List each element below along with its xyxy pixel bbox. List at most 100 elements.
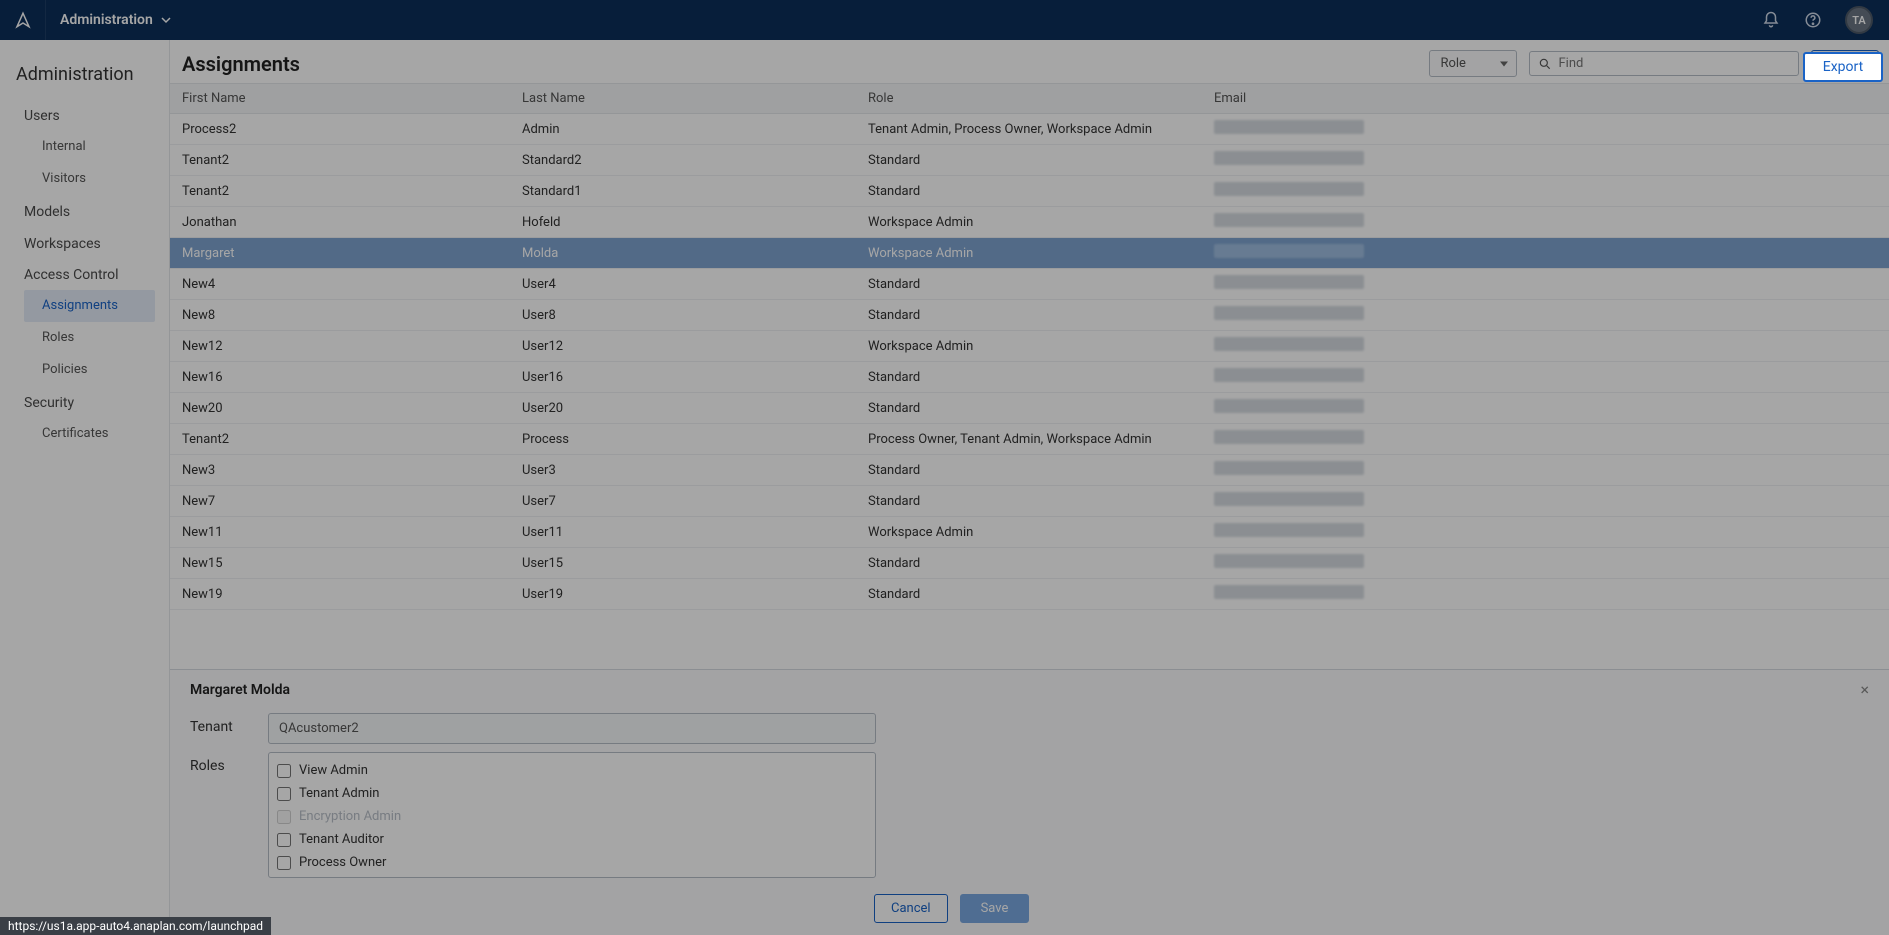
table-cell: Process <box>510 424 856 455</box>
table-cell: Jonathan <box>170 207 510 238</box>
table-cell: Molda <box>510 238 856 269</box>
table-row[interactable]: Tenant2Standard2Standard <box>170 145 1889 176</box>
email-cell <box>1202 331 1889 362</box>
nav-item[interactable]: Certificates <box>0 418 169 450</box>
help-icon[interactable] <box>1803 10 1823 30</box>
table-cell: Standard <box>856 548 1202 579</box>
table-row[interactable]: Tenant2Standard1Standard <box>170 176 1889 207</box>
table-row[interactable]: MargaretMoldaWorkspace Admin <box>170 238 1889 269</box>
table-cell: User15 <box>510 548 856 579</box>
table-cell: Workspace Admin <box>856 238 1202 269</box>
role-checkbox <box>277 810 291 824</box>
table-row[interactable]: New16User16Standard <box>170 362 1889 393</box>
email-cell <box>1202 114 1889 145</box>
table-row[interactable]: New11User11Workspace Admin <box>170 517 1889 548</box>
column-header[interactable]: Role <box>856 84 1202 114</box>
table-row[interactable]: New15User15Standard <box>170 548 1889 579</box>
table-cell: New12 <box>170 331 510 362</box>
redacted-email <box>1214 337 1364 351</box>
email-cell <box>1202 145 1889 176</box>
table-row[interactable]: New20User20Standard <box>170 393 1889 424</box>
table-cell: Standard <box>856 269 1202 300</box>
nav-item[interactable]: Roles <box>0 322 169 354</box>
role-option[interactable]: Process Owner <box>275 851 869 874</box>
role-option[interactable]: Tenant Admin <box>275 782 869 805</box>
email-cell <box>1202 579 1889 610</box>
redacted-email <box>1214 523 1364 537</box>
table-cell: User8 <box>510 300 856 331</box>
table-row[interactable]: New4User4Standard <box>170 269 1889 300</box>
table-cell: Tenant2 <box>170 176 510 207</box>
table-cell: User19 <box>510 579 856 610</box>
table-row[interactable]: New12User12Workspace Admin <box>170 331 1889 362</box>
avatar[interactable]: TA <box>1845 6 1873 34</box>
nav-item[interactable]: Policies <box>0 354 169 386</box>
email-cell <box>1202 207 1889 238</box>
roles-listbox[interactable]: View Admin Tenant Admin Encryption Admin Te… <box>268 752 876 878</box>
nav-item[interactable]: Assignments <box>24 290 155 322</box>
table-cell: New16 <box>170 362 510 393</box>
app-name: Administration <box>60 12 153 28</box>
table-cell: Tenant2 <box>170 145 510 176</box>
email-cell <box>1202 300 1889 331</box>
role-checkbox[interactable] <box>277 833 291 847</box>
table-row[interactable]: JonathanHofeldWorkspace Admin <box>170 207 1889 238</box>
email-cell <box>1202 548 1889 579</box>
assignments-table: First NameLast NameRoleEmail Process2Adm… <box>170 83 1889 610</box>
role-option[interactable]: View Admin <box>275 759 869 782</box>
email-cell <box>1202 393 1889 424</box>
role-option-label: View Admin <box>299 763 368 778</box>
nav-group[interactable]: Security <box>0 386 169 418</box>
tenant-input[interactable] <box>268 713 876 744</box>
table-row[interactable]: New8User8Standard <box>170 300 1889 331</box>
role-option-label: Encryption Admin <box>299 809 401 824</box>
redacted-email <box>1214 461 1364 475</box>
redacted-email <box>1214 151 1364 165</box>
redacted-email <box>1214 306 1364 320</box>
sidebar: Administration UsersInternalVisitorsMode… <box>0 40 170 935</box>
column-header[interactable]: Email <box>1202 84 1889 114</box>
export-button-highlight[interactable]: Export <box>1803 52 1883 82</box>
close-icon[interactable]: × <box>1860 680 1869 699</box>
nav-item[interactable]: Internal <box>0 131 169 163</box>
role-checkbox[interactable] <box>277 856 291 870</box>
column-header[interactable]: Last Name <box>510 84 856 114</box>
table-row[interactable]: New7User7Standard <box>170 486 1889 517</box>
tenant-label: Tenant <box>190 719 250 735</box>
role-option[interactable]: Tenant Auditor <box>275 828 869 851</box>
nav-item[interactable]: Visitors <box>0 163 169 195</box>
table-cell: User16 <box>510 362 856 393</box>
nav-group[interactable]: Workspaces <box>0 227 169 259</box>
table-cell: Standard <box>856 300 1202 331</box>
role-option: Encryption Admin <box>275 805 869 828</box>
role-filter-dropdown[interactable]: Role <box>1429 50 1517 77</box>
nav-group[interactable]: Users <box>0 99 169 131</box>
search-box[interactable] <box>1529 51 1799 76</box>
table-cell: Standard1 <box>510 176 856 207</box>
save-button[interactable]: Save <box>960 894 1030 923</box>
sidebar-title: Administration <box>0 56 169 99</box>
redacted-email <box>1214 399 1364 413</box>
role-checkbox[interactable] <box>277 787 291 801</box>
table-cell: New3 <box>170 455 510 486</box>
role-checkbox[interactable] <box>277 764 291 778</box>
notifications-icon[interactable] <box>1761 10 1781 30</box>
search-input[interactable] <box>1558 56 1790 71</box>
redacted-email <box>1214 182 1364 196</box>
app-nav-dropdown[interactable]: Administration <box>46 12 171 28</box>
table-row[interactable]: New19User19Standard <box>170 579 1889 610</box>
table-cell: Admin <box>510 114 856 145</box>
nav-group[interactable]: Models <box>0 195 169 227</box>
table-cell: Margaret <box>170 238 510 269</box>
table-cell: Workspace Admin <box>856 331 1202 362</box>
column-header[interactable]: First Name <box>170 84 510 114</box>
table-row[interactable]: Tenant2ProcessProcess Owner, Tenant Admi… <box>170 424 1889 455</box>
app-logo[interactable] <box>0 0 46 40</box>
table-row[interactable]: Process2AdminTenant Admin, Process Owner… <box>170 114 1889 145</box>
table-row[interactable]: New3User3Standard <box>170 455 1889 486</box>
email-cell <box>1202 238 1889 269</box>
nav-group[interactable]: Access Control <box>0 258 169 290</box>
table-cell: New11 <box>170 517 510 548</box>
table-cell: Tenant Admin, Process Owner, Workspace A… <box>856 114 1202 145</box>
cancel-button[interactable]: Cancel <box>874 894 948 923</box>
